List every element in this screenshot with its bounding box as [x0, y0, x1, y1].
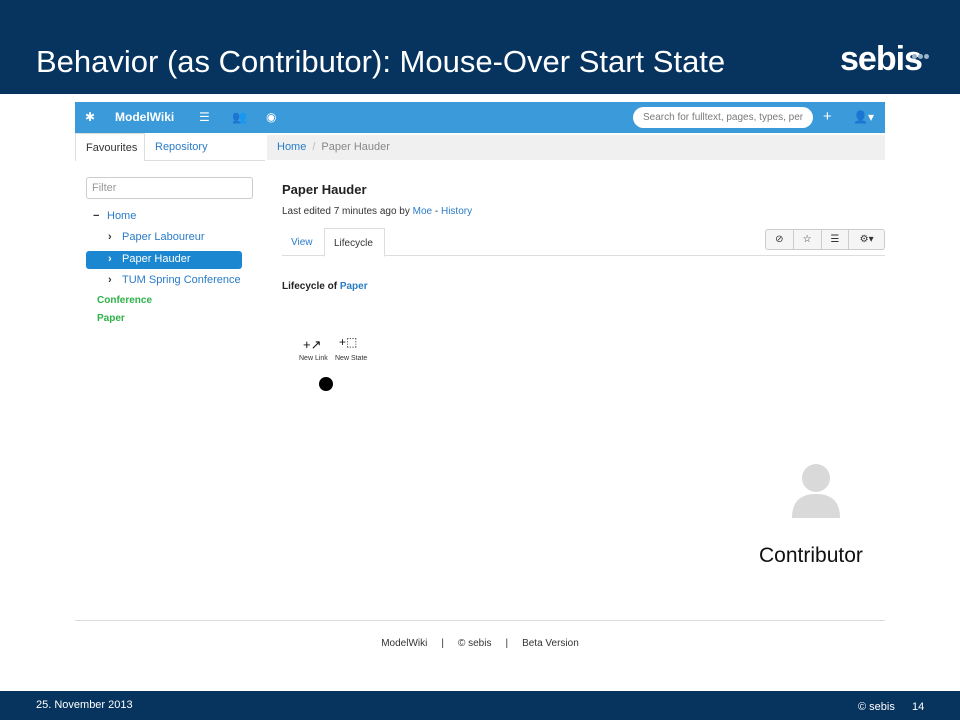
tab-favourites[interactable]: Favourites — [75, 133, 145, 161]
lifecycle-type-link[interactable]: Paper — [340, 281, 368, 292]
page-actions: ⊘ ☆ ☰ ⚙▾ — [765, 229, 885, 250]
type-conference[interactable]: Conference — [97, 295, 152, 306]
chevron-right-icon: › — [108, 231, 112, 243]
tab-repository[interactable]: Repository — [155, 141, 208, 153]
footer-divider — [75, 620, 885, 621]
new-state-icon[interactable]: +⬚ — [339, 335, 357, 349]
list-icon[interactable]: ☰ — [199, 110, 210, 124]
slide-header: Behavior (as Contributor): Mouse-Over St… — [0, 0, 960, 94]
new-link-icon[interactable]: +↗ — [303, 337, 321, 353]
new-state-label[interactable]: New State — [335, 355, 367, 362]
new-link-label[interactable]: New Link — [299, 355, 328, 362]
tree-item-paper-hauder[interactable]: › Paper Hauder — [86, 251, 242, 269]
eye-icon[interactable]: ◉ — [266, 110, 276, 124]
meta-author-link[interactable]: Moe — [413, 206, 432, 217]
meta-separator: - — [432, 206, 441, 217]
breadcrumb-current: Paper Hauder — [321, 141, 390, 153]
watch-icon[interactable]: ⊘ — [766, 230, 794, 249]
search-input[interactable] — [633, 107, 813, 128]
tabs-divider — [145, 160, 265, 161]
tab-lifecycle[interactable]: Lifecycle — [324, 228, 385, 257]
breadcrumb-home[interactable]: Home — [277, 141, 306, 153]
sebis-logo: sebis — [840, 40, 923, 78]
chevron-right-icon: › — [108, 253, 112, 265]
filter-input[interactable] — [86, 177, 253, 199]
brand[interactable]: ModelWiki — [115, 110, 174, 124]
footer-date: 25. November 2013 — [36, 699, 133, 711]
breadcrumb: Home / Paper Hauder — [267, 135, 885, 160]
cogs-icon[interactable]: ✱ — [85, 110, 95, 124]
slide-footer: 25. November 2013 © sebis 14 — [0, 691, 960, 720]
left-tabs: Favourites Repository — [75, 133, 265, 161]
star-icon[interactable]: ☆ — [794, 230, 822, 249]
page-title: Paper Hauder — [282, 182, 367, 197]
breadcrumb-separator: / — [312, 141, 316, 153]
meta-prefix: Last edited 7 minutes ago by — [282, 206, 413, 217]
page-meta: Last edited 7 minutes ago by Moe - Histo… — [282, 206, 472, 217]
page-number: 14 — [912, 701, 925, 713]
lifecycle-heading: Lifecycle of Paper — [282, 281, 368, 292]
start-state-node[interactable] — [319, 377, 333, 391]
list-icon[interactable]: ☰ — [822, 230, 850, 249]
persona-label: Contributor — [759, 544, 863, 567]
user-menu-icon[interactable]: 👤▾ — [853, 110, 874, 124]
footer-copyright: © sebis — [858, 701, 895, 713]
collapse-icon[interactable]: − — [93, 210, 107, 222]
navbar: ✱ ModelWiki ☰ 👥 ◉ + 👤▾ — [75, 102, 885, 133]
users-icon[interactable]: 👥 — [232, 110, 247, 124]
tree-item-tum-spring-conference[interactable]: › TUM Spring Conference — [108, 274, 241, 292]
plus-icon[interactable]: + — [823, 108, 832, 125]
type-paper[interactable]: Paper — [97, 313, 125, 324]
tree-item-home[interactable]: − Home — [93, 210, 136, 228]
meta-history-link[interactable]: History — [441, 206, 472, 217]
contributor-avatar-icon — [792, 464, 840, 518]
logo-dots — [912, 46, 936, 59]
app-footer: ModelWiki | © sebis | Beta Version — [381, 638, 579, 649]
modelwiki-app: ✱ ModelWiki ☰ 👥 ◉ + 👤▾ Favourites Reposi… — [75, 102, 885, 662]
slide-title: Behavior (as Contributor): Mouse-Over St… — [36, 44, 726, 79]
tab-view[interactable]: View — [291, 237, 313, 248]
chevron-right-icon: › — [108, 274, 112, 286]
gear-dropdown-icon[interactable]: ⚙▾ — [849, 230, 884, 249]
tree-item-paper-laboureur[interactable]: › Paper Laboureur — [108, 231, 205, 249]
